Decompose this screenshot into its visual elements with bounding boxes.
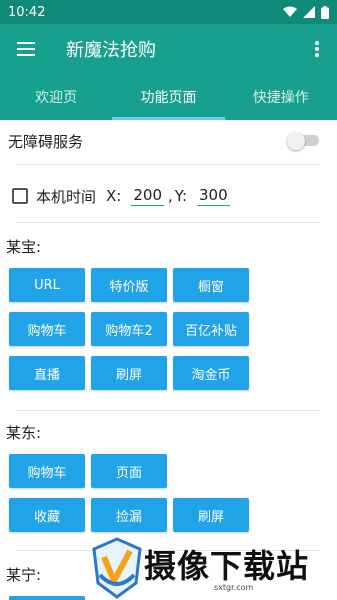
y-label: Y: <box>174 187 188 205</box>
more-vertical-icon <box>315 41 319 57</box>
section-title-jd: 某东: <box>6 424 42 442</box>
watermark-logo-icon <box>92 537 142 599</box>
app-title: 新魔法抢购 <box>66 40 156 61</box>
x-label: X: <box>106 187 122 205</box>
taobao-live-button[interactable]: 直播 <box>9 356 85 390</box>
taobao-coins-button[interactable]: 淘金币 <box>173 356 249 390</box>
tab-welcome[interactable]: 欢迎页 <box>0 74 112 120</box>
wifi-icon <box>283 6 297 17</box>
jd-page-button[interactable]: 页面 <box>91 454 167 488</box>
accessibility-toggle[interactable] <box>287 132 321 150</box>
tab-shortcuts[interactable]: 快捷操作 <box>225 74 337 120</box>
divider <box>16 222 320 223</box>
taobao-special-button[interactable]: 特价版 <box>91 268 167 302</box>
taobao-url-button[interactable]: URL <box>9 268 85 302</box>
local-time-checkbox[interactable] <box>12 188 28 204</box>
accessibility-row: 无障碍服务 <box>0 120 337 162</box>
x-coordinate-input[interactable]: 200 <box>131 186 164 206</box>
taobao-cart-button[interactable]: 购物车 <box>9 312 85 346</box>
taobao-subsidy-button[interactable]: 百亿补贴 <box>173 312 249 346</box>
local-time-row: 本机时间 X: 200 , Y: 300 <box>0 172 337 220</box>
jd-bargain-button[interactable]: 捡漏 <box>91 498 167 532</box>
suning-button-partial[interactable] <box>9 596 85 600</box>
taobao-cart2-button[interactable]: 购物车2 <box>91 312 167 346</box>
section-title-taobao: 某宝: <box>6 238 42 256</box>
menu-button[interactable] <box>0 24 52 74</box>
local-time-label: 本机时间 <box>36 187 97 206</box>
watermark: 摄像下载站 sxtgr.com <box>92 535 337 600</box>
toggle-thumb <box>287 132 305 150</box>
jd-favorites-button[interactable]: 收藏 <box>9 498 85 532</box>
accessibility-label: 无障碍服务 <box>8 132 84 151</box>
taobao-showcase-button[interactable]: 橱窗 <box>173 268 249 302</box>
status-time: 10:42 <box>8 4 46 20</box>
hamburger-menu-icon <box>17 42 35 56</box>
battery-icon <box>321 5 329 19</box>
y-coordinate-input[interactable]: 300 <box>197 186 230 206</box>
watermark-url: sxtgr.com <box>214 583 254 592</box>
jd-refresh-button[interactable]: 刷屏 <box>173 498 249 532</box>
divider <box>16 164 320 165</box>
tab-bar: 欢迎页 功能页面 快捷操作 <box>0 74 337 120</box>
section-title-suning: 某宁: <box>6 566 42 584</box>
tab-features[interactable]: 功能页面 <box>112 74 225 120</box>
coordinate-separator: , <box>168 187 173 205</box>
jd-cart-button[interactable]: 购物车 <box>9 454 85 488</box>
divider <box>16 410 320 411</box>
status-bar: 10:42 <box>0 0 337 24</box>
app-bar: 新魔法抢购 <box>0 24 337 74</box>
feature-page-content: 无障碍服务 本机时间 X: 200 , Y: 300 某宝: URL 特价版 橱… <box>0 120 337 600</box>
watermark-text: 摄像下载站 <box>144 547 310 585</box>
status-icons <box>283 5 329 19</box>
signal-icon <box>303 6 315 18</box>
overflow-menu-button[interactable] <box>297 24 337 74</box>
taobao-refresh-button[interactable]: 刷屏 <box>91 356 167 390</box>
